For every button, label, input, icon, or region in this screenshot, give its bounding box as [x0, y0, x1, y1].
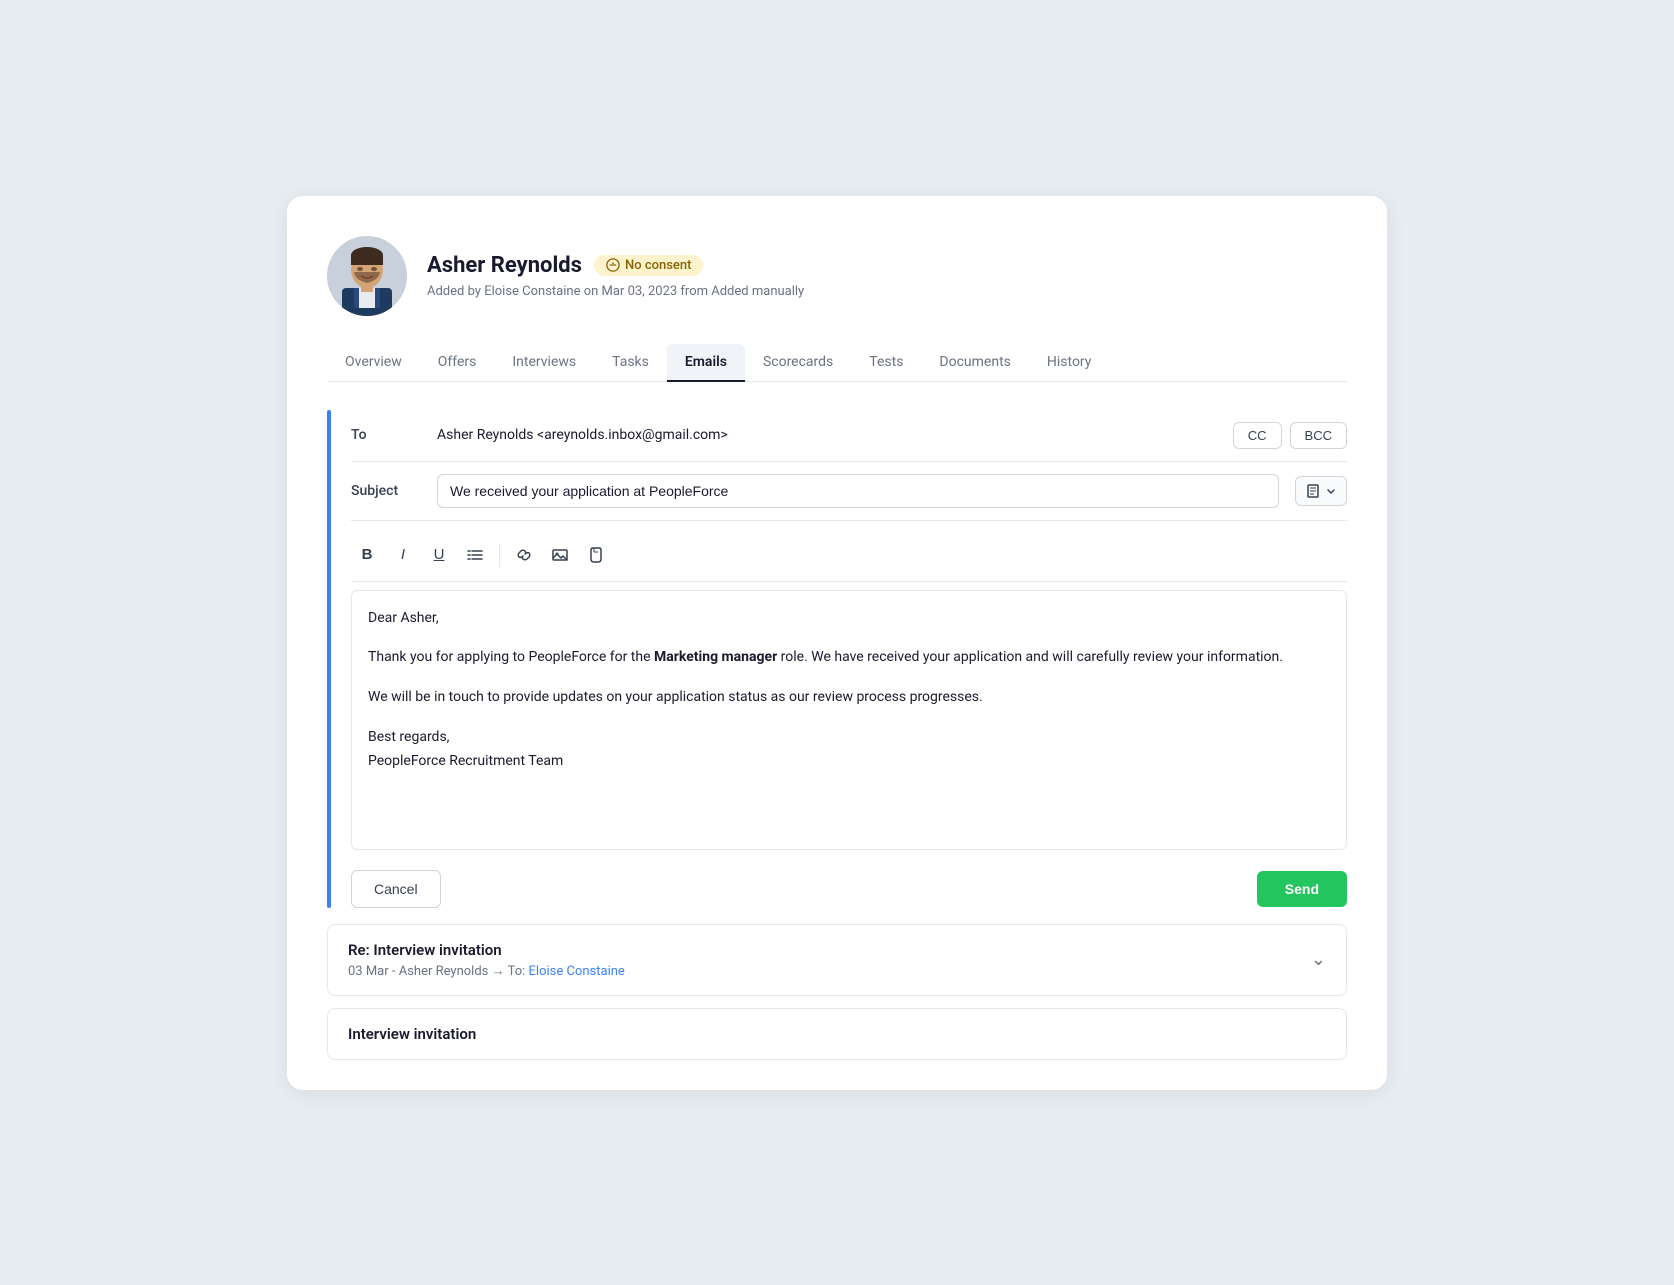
- tab-documents[interactable]: Documents: [921, 344, 1028, 382]
- compose-actions: Cancel Send: [351, 870, 1347, 908]
- body-paragraph2: We will be in touch to provide updates o…: [368, 686, 1330, 710]
- image-icon: [552, 547, 568, 563]
- thread-meta: 03 Mar - Asher Reynolds → To: Eloise Con…: [348, 963, 625, 979]
- interview-invitation-item: Interview invitation: [327, 1008, 1347, 1060]
- tab-emails[interactable]: Emails: [667, 344, 745, 382]
- editor-toolbar: B I U: [351, 529, 1347, 582]
- tab-offers[interactable]: Offers: [420, 344, 495, 382]
- bold-button[interactable]: B: [351, 539, 383, 571]
- link-button[interactable]: [508, 539, 540, 571]
- compose-left-border: [327, 410, 331, 908]
- cc-bcc-buttons: CC BCC: [1233, 422, 1347, 449]
- body-paragraph1: Thank you for applying to PeopleForce fo…: [368, 646, 1330, 670]
- profile-header: Asher Reynolds No consent Added by Elois…: [327, 236, 1347, 316]
- body-closing: Best regards, PeopleForce Recruitment Te…: [368, 726, 1330, 774]
- thread-header: Re: Interview invitation 03 Mar - Asher …: [348, 941, 1326, 979]
- thread-info: Re: Interview invitation 03 Mar - Asher …: [348, 941, 625, 979]
- tab-tasks[interactable]: Tasks: [594, 344, 667, 382]
- image-button[interactable]: [544, 539, 576, 571]
- thread-chevron-icon[interactable]: ⌄: [1311, 949, 1326, 970]
- tab-tests[interactable]: Tests: [851, 344, 921, 382]
- list-button[interactable]: [459, 539, 491, 571]
- template-button[interactable]: [1295, 476, 1347, 506]
- italic-button[interactable]: I: [387, 539, 419, 571]
- cc-button[interactable]: CC: [1233, 422, 1282, 449]
- subject-label: Subject: [351, 483, 421, 499]
- underline-button[interactable]: U: [423, 539, 455, 571]
- compose-to-row: To Asher Reynolds <areynolds.inbox@gmail…: [351, 410, 1347, 462]
- send-button[interactable]: Send: [1257, 871, 1347, 907]
- profile-name: Asher Reynolds: [427, 253, 582, 278]
- to-label: To: [351, 427, 421, 443]
- template-icon: [1306, 483, 1322, 499]
- email-compose: To Asher Reynolds <areynolds.inbox@gmail…: [351, 410, 1347, 908]
- thread-title: Re: Interview invitation: [348, 941, 625, 959]
- toolbar-divider-1: [499, 543, 500, 567]
- list-icon: [467, 547, 483, 563]
- email-body[interactable]: Dear Asher, Thank you for applying to Pe…: [351, 590, 1347, 850]
- to-value: Asher Reynolds <areynolds.inbox@gmail.co…: [437, 427, 1217, 443]
- no-consent-badge: No consent: [594, 255, 703, 276]
- tab-history[interactable]: History: [1029, 344, 1110, 382]
- link-icon: [516, 547, 532, 563]
- cancel-button[interactable]: Cancel: [351, 870, 441, 908]
- bcc-button[interactable]: BCC: [1290, 422, 1347, 449]
- email-compose-wrapper: To Asher Reynolds <areynolds.inbox@gmail…: [327, 410, 1347, 908]
- body-greeting: Dear Asher,: [368, 607, 1330, 631]
- interview-invitation-title: Interview invitation: [348, 1025, 1326, 1043]
- attachment-icon: [588, 547, 604, 563]
- profile-meta: Added by Eloise Constaine on Mar 03, 202…: [427, 284, 804, 299]
- chevron-down-icon: [1326, 486, 1336, 496]
- thread-item-re-interview[interactable]: Re: Interview invitation 03 Mar - Asher …: [327, 924, 1347, 996]
- avatar: [327, 236, 407, 316]
- profile-info: Asher Reynolds No consent Added by Elois…: [427, 253, 804, 299]
- compose-subject-row: Subject: [351, 462, 1347, 521]
- attachment-button[interactable]: [580, 539, 612, 571]
- tab-interviews[interactable]: Interviews: [494, 344, 594, 382]
- thread-meta-to-link[interactable]: Eloise Constaine: [529, 964, 625, 979]
- nav-tabs: Overview Offers Interviews Tasks Emails …: [327, 344, 1347, 382]
- subject-input[interactable]: [437, 474, 1279, 508]
- tab-scorecards[interactable]: Scorecards: [745, 344, 851, 382]
- no-consent-icon: [606, 258, 620, 272]
- tab-overview[interactable]: Overview: [327, 344, 420, 382]
